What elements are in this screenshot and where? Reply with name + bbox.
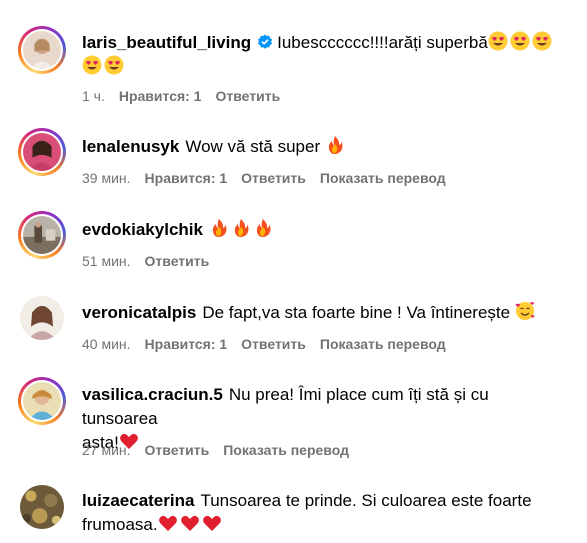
- heart-eyes-emoji-icon: [532, 31, 552, 51]
- comment-text: frumoasa.: [82, 515, 158, 534]
- comment-username[interactable]: vasilica.craciun.5: [82, 385, 223, 404]
- verified-badge-icon: [257, 33, 273, 49]
- comment-body: veronicatalpis De fapt,va sta foarte bine…: [82, 301, 567, 325]
- show-translation-button[interactable]: Показать перевод: [223, 442, 349, 458]
- comment-time[interactable]: 51 мин.: [82, 253, 131, 269]
- comment-username[interactable]: luizaecaterina: [82, 491, 194, 510]
- comment-username[interactable]: evdokiakylchik: [82, 220, 203, 239]
- heart-eyes-emoji-icon: [82, 55, 102, 75]
- smiling-hearts-emoji-icon: [515, 301, 535, 321]
- comment-meta: 40 мин. Нравится: 1 Ответить Показать пе…: [82, 336, 446, 352]
- red-heart-emoji-icon: [158, 513, 178, 533]
- red-heart-emoji-icon: [180, 513, 200, 533]
- comment-time[interactable]: 39 мин.: [82, 170, 131, 186]
- reply-button[interactable]: Ответить: [241, 336, 306, 352]
- comment-meta: 1 ч. Нравится: 1 Ответить: [82, 88, 280, 104]
- show-translation-button[interactable]: Показать перевод: [320, 336, 446, 352]
- heart-eyes-emoji-icon: [104, 55, 124, 75]
- comment-text: Iubescccccc!!!!arăți superbă: [277, 33, 488, 52]
- comment-username[interactable]: lenalenusyk: [82, 137, 179, 156]
- avatar-photo-icon: [20, 296, 64, 340]
- comment-meta: 27 мин. Ответить Показать перевод: [82, 442, 349, 458]
- avatar-photo-icon: [23, 382, 61, 420]
- reply-button[interactable]: Ответить: [216, 88, 281, 104]
- comment-username[interactable]: veronicatalpis: [82, 303, 196, 322]
- comment-body: evdokiakylchik: [82, 218, 567, 242]
- avatar-photo-icon: [23, 216, 61, 254]
- avatar[interactable]: [18, 211, 66, 259]
- likes-count[interactable]: Нравится: 1: [145, 336, 228, 352]
- likes-count[interactable]: Нравится: 1: [145, 170, 228, 186]
- avatar-photo-icon: [20, 485, 64, 529]
- fire-emoji-icon: [231, 218, 251, 238]
- comment-username[interactable]: laris_beautiful_living: [82, 33, 251, 52]
- comment-time[interactable]: 1 ч.: [82, 88, 105, 104]
- avatar-photo-icon: [23, 31, 61, 69]
- reply-button[interactable]: Ответить: [145, 253, 210, 269]
- fire-emoji-icon: [209, 218, 229, 238]
- comment-body: lenalenusyk Wow vă stă super: [82, 135, 567, 159]
- comment-time[interactable]: 40 мин.: [82, 336, 131, 352]
- fire-emoji-icon: [325, 135, 345, 155]
- fire-emoji-icon: [253, 218, 273, 238]
- avatar-photo-icon: [23, 133, 61, 171]
- avatar[interactable]: [18, 128, 66, 176]
- reply-button[interactable]: Ответить: [241, 170, 306, 186]
- heart-eyes-emoji-icon: [488, 31, 508, 51]
- avatar[interactable]: [18, 377, 66, 425]
- comment-body: luizaecaterina Tunsoarea te prinde. Si cu…: [82, 489, 567, 537]
- avatar[interactable]: [18, 483, 66, 531]
- show-translation-button[interactable]: Показать перевод: [320, 170, 446, 186]
- comment-text: De fapt,va sta foarte bine ! Va întinere…: [202, 303, 511, 322]
- comment-meta: 39 мин. Нравится: 1 Ответить Показать пе…: [82, 170, 446, 186]
- avatar[interactable]: [18, 294, 66, 342]
- heart-eyes-emoji-icon: [510, 31, 530, 51]
- comment-meta: 51 мин. Ответить: [82, 253, 209, 269]
- comment-time[interactable]: 27 мин.: [82, 442, 131, 458]
- comments-list: laris_beautiful_living Iubescccccc!!!!ară…: [0, 0, 587, 543]
- reply-button[interactable]: Ответить: [145, 442, 210, 458]
- comment-body: laris_beautiful_living Iubescccccc!!!!ară…: [82, 31, 567, 79]
- avatar[interactable]: [18, 26, 66, 74]
- comment-text: Tunsoarea te prinde. Si culoarea este fo…: [200, 491, 532, 510]
- comment-text: Wow vă stă super: [185, 137, 321, 156]
- red-heart-emoji-icon: [202, 513, 222, 533]
- likes-count[interactable]: Нравится: 1: [119, 88, 202, 104]
